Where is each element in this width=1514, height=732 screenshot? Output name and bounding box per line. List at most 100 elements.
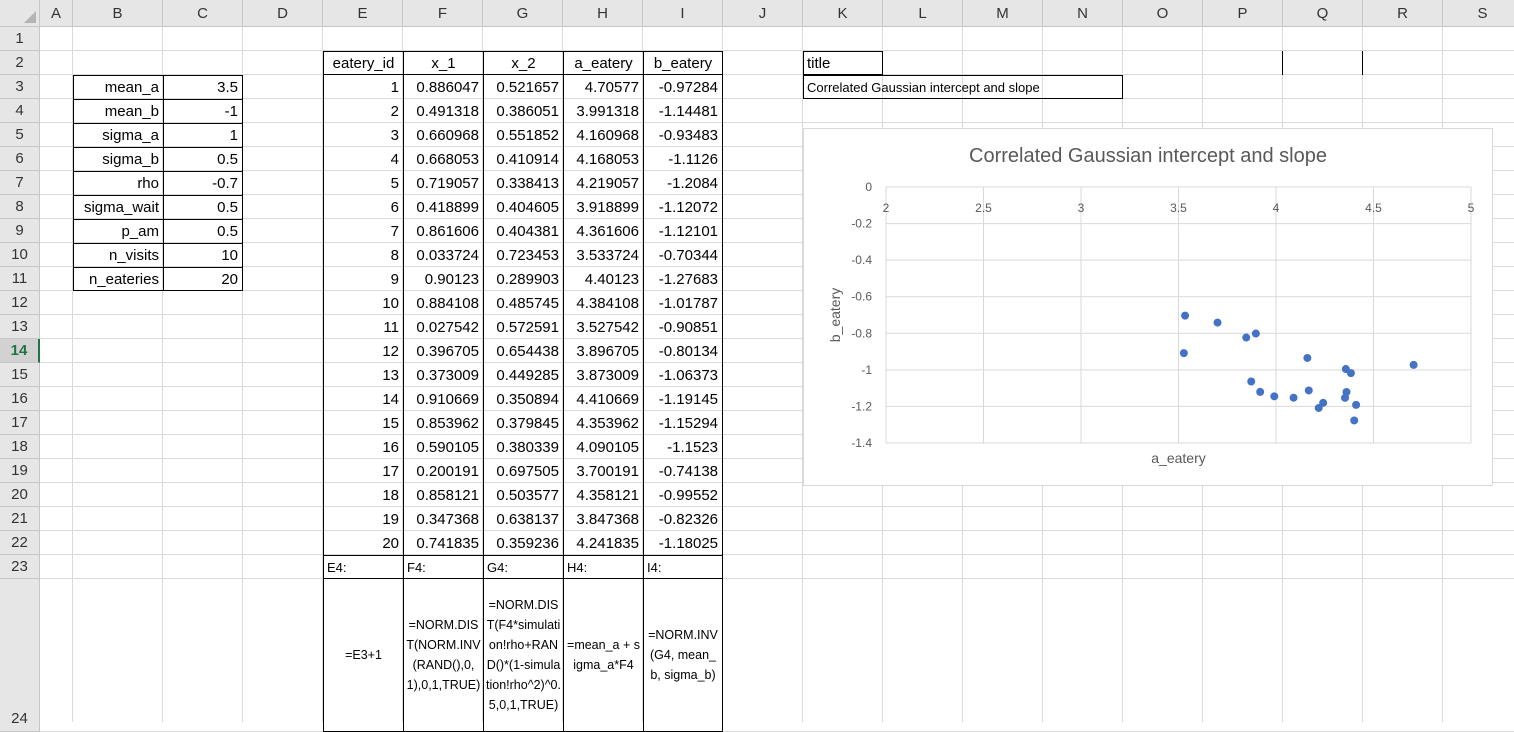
- table-cell-a_eatery[interactable]: 4.70577: [563, 75, 643, 99]
- table-cell-x_1[interactable]: 0.853962: [403, 411, 483, 435]
- table-cell-x_1[interactable]: 0.347368: [403, 507, 483, 531]
- param-label-mean_b[interactable]: mean_b: [73, 99, 163, 123]
- table-cell-eatery_id[interactable]: 5: [323, 171, 403, 195]
- table-header-x_1[interactable]: x_1: [403, 51, 483, 75]
- formula-label-G[interactable]: G4:: [483, 555, 563, 579]
- table-cell-eatery_id[interactable]: 11: [323, 315, 403, 339]
- scatter-chart[interactable]: Correlated Gaussian intercept and slope 2…: [803, 128, 1493, 486]
- table-cell-b_eatery[interactable]: -1.15294: [643, 411, 723, 435]
- param-value-sigma_b[interactable]: 0.5: [163, 147, 243, 171]
- row-header-12[interactable]: 12: [0, 291, 40, 315]
- table-cell-eatery_id[interactable]: 12: [323, 339, 403, 363]
- table-header-b_eatery[interactable]: b_eatery: [643, 51, 723, 75]
- formula-text-H[interactable]: =mean_a + sigma_a*F4: [563, 579, 643, 732]
- table-cell-a_eatery[interactable]: 3.700191: [563, 459, 643, 483]
- column-header-M[interactable]: M: [963, 0, 1043, 27]
- table-cell-a_eatery[interactable]: 4.353962: [563, 411, 643, 435]
- table-cell-b_eatery[interactable]: -0.99552: [643, 483, 723, 507]
- formula-text-G[interactable]: =NORM.DIST(F4*simulation!rho+RAND()*(1-s…: [483, 579, 563, 732]
- table-cell-a_eatery[interactable]: 3.847368: [563, 507, 643, 531]
- table-header-a_eatery[interactable]: a_eatery: [563, 51, 643, 75]
- table-cell-x_1[interactable]: 0.491318: [403, 99, 483, 123]
- row-header-20[interactable]: 20: [0, 483, 40, 507]
- param-label-n_visits[interactable]: n_visits: [73, 243, 163, 267]
- table-cell-a_eatery[interactable]: 3.533724: [563, 243, 643, 267]
- row-header-18[interactable]: 18: [0, 435, 40, 459]
- table-cell-b_eatery[interactable]: -0.70344: [643, 243, 723, 267]
- row-header-5[interactable]: 5: [0, 123, 40, 147]
- param-value-sigma_wait[interactable]: 0.5: [163, 195, 243, 219]
- table-cell-x_1[interactable]: 0.033724: [403, 243, 483, 267]
- table-cell-b_eatery[interactable]: -1.01787: [643, 291, 723, 315]
- table-cell-eatery_id[interactable]: 1: [323, 75, 403, 99]
- table-cell-a_eatery[interactable]: 4.358121: [563, 483, 643, 507]
- row-header-7[interactable]: 7: [0, 171, 40, 195]
- column-header-I[interactable]: I: [643, 0, 723, 27]
- formula-label-F[interactable]: F4:: [403, 555, 483, 579]
- table-cell-x_2[interactable]: 0.572591: [483, 315, 563, 339]
- param-value-n_visits[interactable]: 10: [163, 243, 243, 267]
- table-cell-eatery_id[interactable]: 18: [323, 483, 403, 507]
- column-header-N[interactable]: N: [1043, 0, 1123, 27]
- table-cell-b_eatery[interactable]: -0.97284: [643, 75, 723, 99]
- table-cell-a_eatery[interactable]: 3.991318: [563, 99, 643, 123]
- param-value-mean_b[interactable]: -1: [163, 99, 243, 123]
- table-cell-b_eatery[interactable]: -1.12101: [643, 219, 723, 243]
- param-value-mean_a[interactable]: 3.5: [163, 75, 243, 99]
- formula-text-F[interactable]: =NORM.DIST(NORM.INV(RAND(),0,1),0,1,TRUE…: [403, 579, 483, 732]
- row-header-10[interactable]: 10: [0, 243, 40, 267]
- table-cell-b_eatery[interactable]: -1.18025: [643, 531, 723, 555]
- table-cell-x_1[interactable]: 0.741835: [403, 531, 483, 555]
- table-cell-x_2[interactable]: 0.289903: [483, 267, 563, 291]
- column-header-R[interactable]: R: [1363, 0, 1443, 27]
- table-cell-b_eatery[interactable]: -0.80134: [643, 339, 723, 363]
- param-label-sigma_a[interactable]: sigma_a: [73, 123, 163, 147]
- table-cell-x_1[interactable]: 0.373009: [403, 363, 483, 387]
- table-cell-x_1[interactable]: 0.910669: [403, 387, 483, 411]
- table-cell-b_eatery[interactable]: -1.06373: [643, 363, 723, 387]
- table-cell-x_2[interactable]: 0.350894: [483, 387, 563, 411]
- table-cell-x_1[interactable]: 0.886047: [403, 75, 483, 99]
- table-cell-x_1[interactable]: 0.027542: [403, 315, 483, 339]
- row-header-2[interactable]: 2: [0, 51, 40, 75]
- row-header-3[interactable]: 3: [0, 75, 40, 99]
- row-header-24[interactable]: 24: [0, 579, 40, 732]
- table-cell-eatery_id[interactable]: 19: [323, 507, 403, 531]
- column-header-G[interactable]: G: [483, 0, 563, 27]
- column-header-S[interactable]: S: [1443, 0, 1514, 27]
- title-label-cell[interactable]: title: [803, 51, 883, 75]
- table-cell-a_eatery[interactable]: 4.384108: [563, 291, 643, 315]
- table-cell-x_2[interactable]: 0.338413: [483, 171, 563, 195]
- column-header-Q[interactable]: Q: [1283, 0, 1363, 27]
- formula-label-E[interactable]: E4:: [323, 555, 403, 579]
- table-cell-b_eatery[interactable]: -1.14481: [643, 99, 723, 123]
- table-cell-x_1[interactable]: 0.418899: [403, 195, 483, 219]
- table-cell-a_eatery[interactable]: 4.219057: [563, 171, 643, 195]
- row-header-4[interactable]: 4: [0, 99, 40, 123]
- param-label-rho[interactable]: rho: [73, 171, 163, 195]
- table-header-eatery_id[interactable]: eatery_id: [323, 51, 403, 75]
- table-cell-x_2[interactable]: 0.359236: [483, 531, 563, 555]
- param-label-mean_a[interactable]: mean_a: [73, 75, 163, 99]
- table-cell-x_1[interactable]: 0.200191: [403, 459, 483, 483]
- table-cell-a_eatery[interactable]: 3.918899: [563, 195, 643, 219]
- table-cell-x_2[interactable]: 0.379845: [483, 411, 563, 435]
- table-cell-x_1[interactable]: 0.660968: [403, 123, 483, 147]
- column-header-J[interactable]: J: [723, 0, 803, 27]
- table-cell-eatery_id[interactable]: 6: [323, 195, 403, 219]
- table-cell-x_1[interactable]: 0.719057: [403, 171, 483, 195]
- table-cell-a_eatery[interactable]: 4.168053: [563, 147, 643, 171]
- row-header-14[interactable]: 14: [0, 339, 40, 363]
- param-label-p_am[interactable]: p_am: [73, 219, 163, 243]
- param-label-sigma_wait[interactable]: sigma_wait: [73, 195, 163, 219]
- formula-text-I[interactable]: =NORM.INV(G4, mean_b, sigma_b): [643, 579, 723, 732]
- row-header-1[interactable]: 1: [0, 27, 40, 51]
- table-cell-x_2[interactable]: 0.404381: [483, 219, 563, 243]
- table-cell-x_2[interactable]: 0.521657: [483, 75, 563, 99]
- table-cell-a_eatery[interactable]: 3.527542: [563, 315, 643, 339]
- formula-text-E[interactable]: =E3+1: [323, 579, 403, 732]
- row-header-17[interactable]: 17: [0, 411, 40, 435]
- param-label-sigma_b[interactable]: sigma_b: [73, 147, 163, 171]
- table-cell-x_2[interactable]: 0.410914: [483, 147, 563, 171]
- table-cell-x_2[interactable]: 0.503577: [483, 483, 563, 507]
